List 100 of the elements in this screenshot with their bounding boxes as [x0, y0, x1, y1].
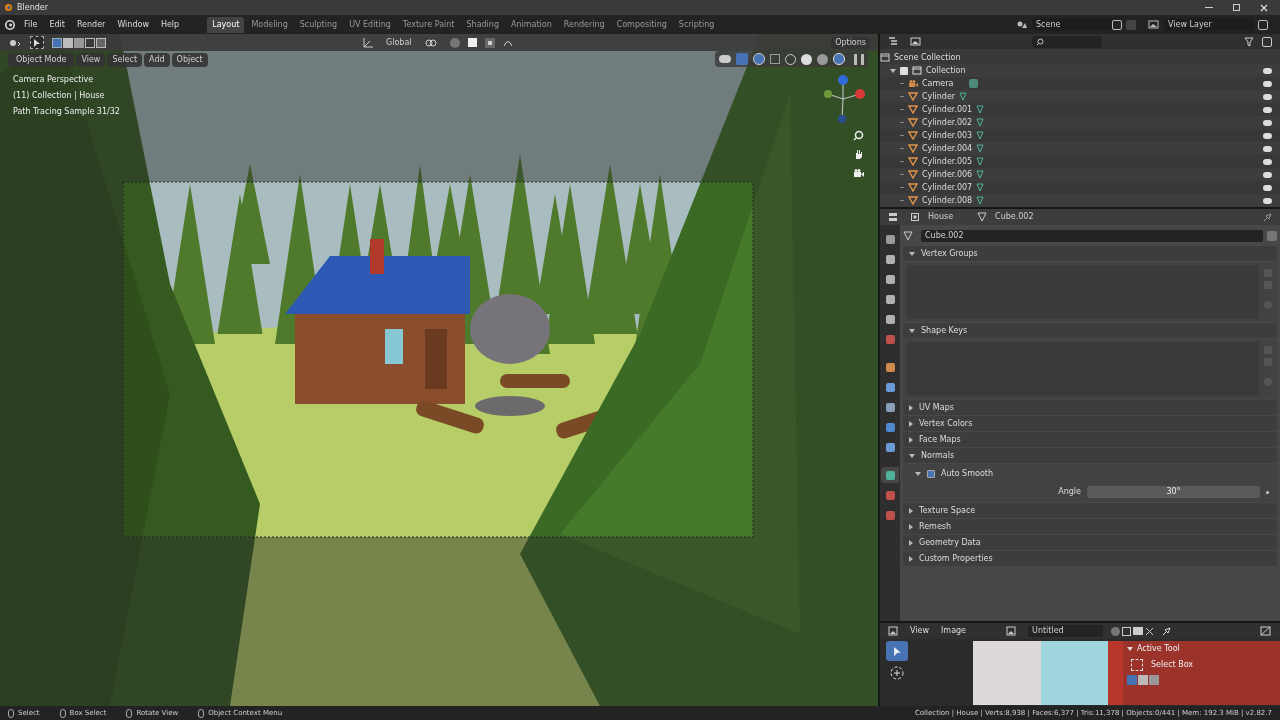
expand-arrow-icon[interactable] [909, 420, 913, 427]
snap-target-icon[interactable] [467, 38, 477, 47]
panel-header[interactable]: Texture Space [919, 504, 976, 517]
collapse-arrow-icon[interactable] [890, 68, 896, 73]
cursor-tool-icon[interactable] [889, 665, 905, 681]
workspace-tab[interactable]: Sculpting [294, 16, 343, 33]
hand-icon[interactable] [853, 149, 864, 160]
outliner-item[interactable]: Collection [926, 64, 966, 77]
viewport-menu[interactable]: Object [171, 53, 208, 67]
rendered-shading-icon[interactable] [833, 53, 845, 65]
gizmo-toggle-icon[interactable] [736, 53, 748, 65]
filter-icon[interactable] [1244, 36, 1254, 47]
orientation-dropdown[interactable]: Global [382, 36, 416, 49]
outliner-item[interactable]: Cylinder.008 [922, 194, 973, 207]
expand-arrow-icon[interactable] [909, 507, 913, 514]
outliner-item[interactable]: Scene Collection [894, 51, 961, 64]
proportional-edit-icon[interactable] [484, 37, 495, 48]
outliner-item[interactable]: Cylinder.006 [922, 168, 973, 181]
new-view-layer-icon[interactable] [1258, 19, 1268, 30]
display-channels-icon[interactable] [1260, 626, 1272, 636]
zoom-icon[interactable] [853, 130, 864, 141]
viewport-menu[interactable]: Select [107, 53, 143, 67]
properties-tab[interactable] [881, 467, 899, 483]
workspace-tab[interactable]: Rendering [558, 16, 610, 33]
outliner-item[interactable]: Cylinder [922, 90, 956, 103]
panel-header[interactable]: Vertex Colors [919, 417, 973, 430]
collapse-arrow-icon[interactable] [1127, 647, 1133, 651]
workspace-tab[interactable]: Texture Paint [397, 16, 460, 33]
workspace-tab[interactable]: Animation [506, 16, 557, 33]
select-box-tool-button[interactable] [886, 641, 908, 661]
expand-arrow-icon[interactable] [909, 404, 913, 411]
panel-header[interactable]: Geometry Data [919, 536, 981, 549]
checkbox[interactable] [900, 66, 908, 75]
mode-dropdown[interactable]: Object Mode [8, 53, 75, 67]
checkbox[interactable] [927, 470, 935, 478]
outliner-item[interactable]: Cylinder.002 [922, 116, 973, 129]
search-field[interactable] [1032, 35, 1102, 48]
outliner-item[interactable]: Cylinder.007 [922, 181, 973, 194]
outliner-item[interactable]: Camera [922, 77, 954, 90]
solid-shading-icon[interactable] [801, 53, 812, 65]
angle-field[interactable]: 30° [1087, 486, 1260, 498]
menu-item[interactable]: Help [156, 18, 184, 31]
falloff-curve-icon[interactable] [502, 38, 513, 47]
mode-intersect-icon[interactable] [96, 37, 106, 48]
menu-item[interactable]: Render [72, 18, 110, 31]
collapse-arrow-icon[interactable] [909, 328, 915, 333]
panel-header[interactable]: Face Maps [919, 433, 961, 446]
blender-logo-icon[interactable] [4, 18, 16, 31]
menu-item[interactable]: Window [113, 18, 153, 31]
viewport-menu[interactable]: Add [144, 53, 170, 67]
outliner-item[interactable]: Cylinder.001 [922, 103, 973, 116]
outliner-item[interactable]: Cylinder.003 [922, 129, 973, 142]
mesh-name-field[interactable]: Cube.002 [921, 229, 1263, 242]
visibility-icon[interactable] [719, 55, 731, 63]
mode-extend-icon[interactable] [63, 37, 73, 48]
viewport[interactable]: Global Options Object Mode View Select Add Object Camera Perspective (11) Collection | House Path Tracing Sample 31/32 [0, 34, 878, 706]
menu-item[interactable]: File [20, 18, 42, 31]
select-tool-button[interactable] [30, 36, 44, 49]
panel-header[interactable]: UV Maps [919, 401, 954, 414]
mode-invert-icon[interactable] [85, 37, 95, 48]
workspace-tab[interactable]: Modeling [246, 16, 293, 33]
workspace-tab[interactable]: Shading [461, 16, 504, 33]
panel-header[interactable]: Custom Properties [919, 552, 993, 565]
expand-arrow-icon[interactable] [909, 523, 913, 530]
collapse-arrow-icon[interactable] [909, 251, 915, 256]
new-scene-icon[interactable] [1112, 19, 1122, 30]
image-name-field[interactable]: Untitled [1028, 625, 1104, 637]
xray-icon[interactable] [770, 54, 780, 64]
workspace-tab[interactable]: Compositing [611, 16, 672, 33]
scene-field[interactable]: Scene [1032, 18, 1112, 31]
workspace-tab[interactable]: Scripting [673, 16, 720, 33]
panel-header[interactable]: Normals [921, 449, 955, 462]
material-shading-icon[interactable] [817, 53, 828, 65]
panel-header[interactable]: Remesh [919, 520, 952, 533]
view-layer-icon[interactable] [1148, 19, 1160, 30]
panel-title[interactable]: Active Tool [1137, 643, 1180, 655]
duplicate-icon[interactable] [1122, 626, 1132, 636]
expand-arrow-icon[interactable] [909, 555, 913, 562]
outliner-item[interactable]: Cylinder.005 [922, 155, 973, 168]
menu-item[interactable]: View [910, 625, 929, 637]
mode-subtract-icon[interactable] [74, 37, 84, 48]
workspace-tab[interactable]: Layout [207, 16, 245, 33]
panel-header[interactable]: Vertex Groups [921, 247, 978, 260]
close-icon[interactable] [1145, 626, 1155, 636]
view-layer-field[interactable]: View Layer [1164, 18, 1254, 31]
mode-new-icon[interactable] [52, 37, 62, 48]
menu-item[interactable]: Edit [45, 18, 69, 31]
workspace-tab[interactable]: UV Editing [344, 16, 396, 33]
pause-icon[interactable] [854, 53, 864, 65]
folder-icon[interactable] [1133, 626, 1144, 635]
camera-icon[interactable] [853, 168, 864, 179]
collapse-arrow-icon[interactable] [909, 453, 915, 458]
expand-arrow-icon[interactable] [909, 539, 913, 546]
overlay-toggle-icon[interactable] [753, 53, 765, 65]
menu-item[interactable]: Image [941, 625, 967, 637]
expand-arrow-icon[interactable] [909, 436, 913, 443]
options-dropdown[interactable]: Options [831, 36, 870, 49]
collapse-arrow-icon[interactable] [915, 472, 921, 476]
maximize-icon[interactable] [1233, 4, 1240, 11]
panel-header[interactable]: Shape Keys [921, 324, 968, 337]
